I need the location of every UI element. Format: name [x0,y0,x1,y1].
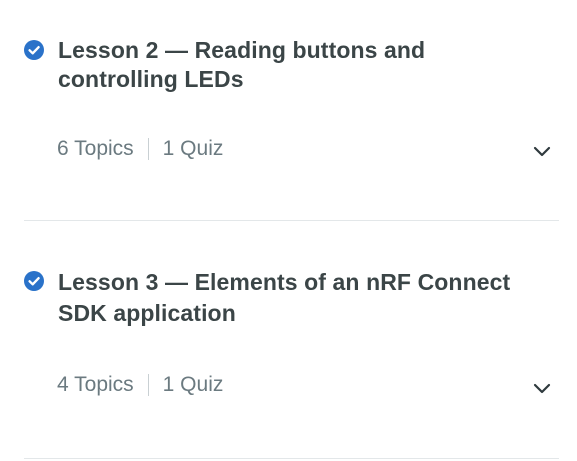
quiz-count: 1 Quiz [162,373,224,396]
lesson-meta: 4 Topics 1 Quiz [57,373,223,397]
chevron-down-icon [533,146,551,157]
meta-separator [147,138,149,160]
lesson-meta: 6 Topics 1 Quiz [57,137,223,161]
lesson-title-line: Lesson 3 — Elements of an nRF Connect [58,269,511,295]
lesson-title-line: controlling LEDs [58,66,244,92]
quiz-count: 1 Quiz [162,137,224,160]
lesson-title[interactable]: Lesson 3 — Elements of an nRF Connect SD… [58,267,510,329]
lesson-header[interactable]: Lesson 3 — Elements of an nRF Connect SD… [24,267,524,329]
topics-count: 4 Topics [57,373,134,396]
expand-button[interactable] [528,138,556,166]
lesson-item[interactable]: Lesson 3 — Elements of an nRF Connect SD… [0,221,577,459]
chevron-down-icon [533,383,551,394]
check-circle-icon [24,271,44,291]
lesson-header[interactable]: Lesson 2 — Reading buttons and controlli… [24,36,524,94]
lesson-title-line: SDK application [58,300,236,326]
divider [24,458,559,459]
check-circle-icon [24,40,44,60]
lesson-item[interactable]: Lesson 2 — Reading buttons and controlli… [0,0,577,221]
lesson-title-line: Lesson 2 — Reading buttons and [58,37,426,63]
lesson-title[interactable]: Lesson 2 — Reading buttons and controlli… [58,36,425,94]
meta-separator [147,374,149,396]
expand-button[interactable] [528,375,556,403]
topics-count: 6 Topics [57,137,134,160]
